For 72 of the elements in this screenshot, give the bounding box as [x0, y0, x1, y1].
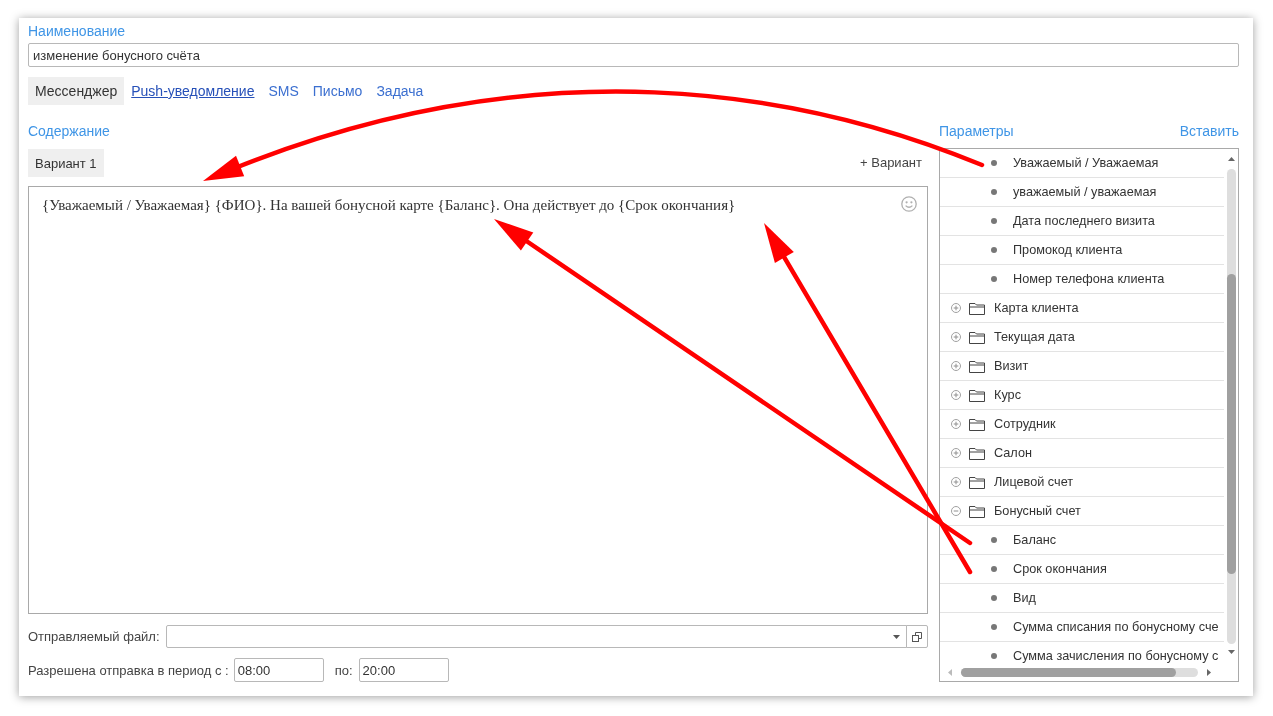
channel-tab[interactable]: SMS — [261, 77, 306, 105]
scroll-left-icon — [948, 669, 952, 676]
folder-icon — [969, 388, 985, 402]
minus-circle-icon[interactable] — [951, 506, 961, 516]
parameter-group[interactable]: Карта клиента — [994, 300, 1079, 316]
parameter-item[interactable]: Сумма зачисления по бонусному с — [1013, 648, 1219, 664]
parameter-item[interactable]: Вид — [1013, 590, 1036, 606]
parameter-group[interactable]: Сотрудник — [994, 416, 1056, 432]
plus-circle-icon[interactable] — [951, 303, 961, 313]
time-field[interactable]: 20:00 — [358, 658, 449, 682]
parameter-item[interactable]: Баланс — [1013, 532, 1057, 548]
time-field[interactable]: 08:00 — [233, 658, 324, 682]
plus-circle-icon[interactable] — [951, 448, 961, 458]
bullet-icon — [991, 189, 997, 195]
field-label: Наименование — [28, 22, 126, 40]
scroll-right-icon — [1207, 669, 1211, 676]
channel-tab[interactable]: Письмо — [305, 77, 370, 105]
message-text: {Уважаемый / Уважаемая} {ФИО}. На вашей бонусной карте {Баланс}. Она действует до {Срок окончания} — [42, 196, 737, 214]
channel-tab[interactable]: Push-уведомление — [124, 77, 262, 105]
plus-circle-icon[interactable] — [951, 419, 961, 429]
plus-circle-icon[interactable] — [951, 390, 961, 400]
field-label: Отправляемый файл: — [28, 629, 160, 644]
bullet-icon — [991, 624, 997, 630]
open-button[interactable] — [906, 625, 928, 648]
scroll-down-icon — [1227, 650, 1235, 654]
parameter-item[interactable]: Уважаемый / Уважаемая — [1013, 155, 1159, 171]
folder-icon — [969, 504, 985, 518]
bullet-icon — [991, 566, 997, 572]
parameter-item[interactable]: Сумма списания по бонусному сче — [1013, 619, 1219, 635]
section-label: Параметры — [939, 122, 1014, 140]
section-label: Содержание — [28, 122, 110, 140]
smiley-icon — [901, 196, 917, 212]
parameter-group[interactable]: Курс — [994, 387, 1021, 403]
field-label: по: — [334, 662, 353, 678]
parameter-group[interactable]: Салон — [994, 445, 1032, 461]
bullet-icon — [991, 653, 997, 659]
parameter-item[interactable]: Дата последнего визита — [1013, 213, 1155, 229]
folder-icon — [969, 359, 985, 373]
folder-icon — [969, 417, 985, 431]
channel-tab[interactable]: Мессенджер — [28, 77, 125, 105]
bullet-icon — [991, 218, 997, 224]
bullet-icon — [991, 537, 997, 543]
parameter-item[interactable]: Промокод клиента — [1013, 242, 1123, 258]
folder-icon — [969, 301, 985, 315]
plus-circle-icon[interactable] — [951, 361, 961, 371]
parameter-group[interactable]: Лицевой счет — [994, 474, 1074, 490]
field-label: Разрешена отправка в период с : — [28, 662, 229, 678]
parameter-group[interactable]: Бонусный счет — [994, 503, 1081, 519]
file-select-field[interactable] — [165, 625, 907, 648]
caret-icon — [892, 634, 900, 639]
parameter-item[interactable]: Срок окончания — [1013, 561, 1107, 577]
parameter-item[interactable]: Номер телефона клиента — [1013, 271, 1165, 287]
folder-icon — [969, 330, 985, 344]
bullet-icon — [991, 595, 997, 601]
variant-tab[interactable]: Вариант 1 — [28, 149, 104, 177]
plus-circle-icon[interactable] — [951, 477, 961, 487]
bullet-icon — [991, 276, 997, 282]
scrollbar-thumb[interactable] — [1226, 274, 1236, 574]
channel-tab[interactable]: Задача — [369, 77, 431, 105]
parameter-group[interactable]: Текущая дата — [994, 329, 1075, 345]
message-editor[interactable]: {Уважаемый / Уважаемая} {ФИО}. На вашей бонусной карте {Баланс}. Она действует до {Срок окончания} — [28, 186, 928, 614]
add-variant-button[interactable]: + Вариант — [860, 154, 922, 172]
name-field[interactable]: изменение бонусного счёта — [28, 43, 1239, 67]
bullet-icon — [991, 160, 997, 166]
bullet-icon — [991, 247, 997, 253]
parameter-group[interactable]: Визит — [994, 358, 1029, 374]
folder-icon — [969, 446, 985, 460]
plus-circle-icon[interactable] — [951, 332, 961, 342]
parameter-item[interactable]: уважаемый / уважаемая — [1013, 184, 1157, 200]
scroll-up-icon — [1227, 157, 1235, 161]
folder-icon — [969, 475, 985, 489]
overlapping-squares-icon — [912, 631, 922, 642]
